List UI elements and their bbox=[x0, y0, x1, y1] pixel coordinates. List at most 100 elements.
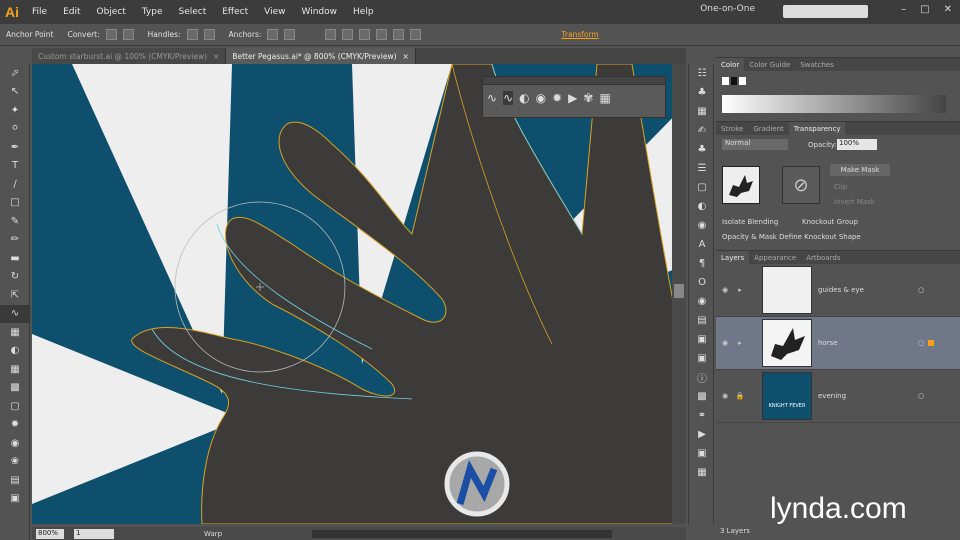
navigator-icon[interactable]: ◉ bbox=[689, 292, 715, 311]
scallop-icon[interactable]: ✹ bbox=[552, 91, 562, 105]
layers-icon[interactable]: ▩ bbox=[689, 387, 715, 406]
visibility-eye-icon[interactable]: ◉ bbox=[716, 392, 734, 400]
appearance-icon[interactable]: ◉ bbox=[689, 216, 715, 235]
align-bottom-icon[interactable] bbox=[410, 29, 422, 40]
menu-file[interactable]: File bbox=[24, 7, 55, 17]
menu-help[interactable]: Help bbox=[345, 7, 382, 17]
envelope-icon[interactable]: ▦ bbox=[599, 91, 610, 105]
target-circle-icon[interactable]: ○ bbox=[918, 339, 924, 347]
tab-gradient[interactable]: Gradient bbox=[748, 122, 788, 136]
tab-better-pegasus[interactable]: Better Pegasus.ai* @ 800% (CMYK/Preview)… bbox=[226, 48, 416, 64]
bloat-icon[interactable]: ◉ bbox=[536, 91, 546, 105]
actions-icon[interactable]: ▶ bbox=[689, 425, 715, 444]
expand-arrow-icon[interactable]: ▸ bbox=[734, 339, 746, 347]
tab-artboards[interactable]: Artboards bbox=[801, 251, 845, 265]
line-tool-icon[interactable]: ∕ bbox=[0, 175, 30, 194]
color-ramp[interactable] bbox=[722, 95, 946, 113]
opacity-mask-knockout-checkbox[interactable]: Opacity & Mask Define Knockout Shape bbox=[722, 233, 861, 241]
layer-name[interactable]: guides & eye bbox=[818, 286, 918, 294]
symbol-sprayer-icon[interactable]: ❀ bbox=[0, 453, 30, 472]
artboards-icon[interactable]: ▣ bbox=[689, 444, 715, 463]
fill-swatch[interactable] bbox=[722, 77, 729, 85]
artboard-number-field[interactable]: 1 bbox=[74, 528, 114, 539]
align-panel-icon[interactable]: ▤ bbox=[689, 311, 715, 330]
expand-arrow-icon[interactable]: ▸ bbox=[734, 286, 746, 294]
blend-tool-icon[interactable]: ◉ bbox=[0, 434, 30, 453]
convert-smooth-icon[interactable] bbox=[105, 29, 117, 40]
pathfinder-icon[interactable]: ▣ bbox=[689, 349, 715, 368]
anchor-remove-icon[interactable] bbox=[284, 29, 296, 40]
align-top-icon[interactable] bbox=[376, 29, 388, 40]
opentype-icon[interactable]: O bbox=[689, 273, 715, 292]
symbols-icon[interactable]: ♣ bbox=[689, 140, 715, 159]
tab-color-guide[interactable]: Color Guide bbox=[744, 58, 795, 72]
target-circle-icon[interactable]: ○ bbox=[918, 392, 924, 400]
menu-edit[interactable]: Edit bbox=[55, 7, 88, 17]
graphic-styles-icon[interactable]: ▦ bbox=[689, 102, 715, 121]
type-panel-icon[interactable]: A bbox=[689, 235, 715, 254]
align-center-icon[interactable] bbox=[342, 29, 354, 40]
paragraph-icon[interactable]: ¶ bbox=[689, 254, 715, 273]
target-circle-icon[interactable]: ○ bbox=[918, 286, 924, 294]
menu-select[interactable]: Select bbox=[170, 7, 214, 17]
twirl-icon[interactable]: ∿ bbox=[503, 91, 514, 105]
anchor-add-icon[interactable] bbox=[267, 29, 279, 40]
close-icon[interactable]: × bbox=[213, 52, 219, 61]
close-icon[interactable]: ✕ bbox=[944, 4, 952, 15]
menu-effect[interactable]: Effect bbox=[214, 7, 256, 17]
color-panel-icon[interactable]: ☷ bbox=[689, 64, 715, 83]
menu-object[interactable]: Object bbox=[89, 7, 134, 17]
knockout-group-checkbox[interactable]: Knockout Group bbox=[802, 218, 858, 226]
tab-transparency[interactable]: Transparency bbox=[788, 121, 846, 136]
tab-color[interactable]: Color bbox=[716, 57, 745, 72]
blend-mode-select[interactable]: Normal bbox=[722, 139, 788, 150]
visibility-eye-icon[interactable]: ◉ bbox=[716, 286, 734, 294]
minimize-icon[interactable]: – bbox=[901, 4, 906, 15]
search-input[interactable] bbox=[783, 5, 868, 18]
zoom-field[interactable]: 800% bbox=[36, 528, 64, 539]
align-middle-icon[interactable] bbox=[393, 29, 405, 40]
magic-wand-icon[interactable]: ✦ bbox=[0, 101, 30, 120]
rotate-tool-icon[interactable]: ↻ bbox=[0, 268, 30, 287]
isolate-blending-checkbox[interactable]: Isolate Blending bbox=[722, 218, 778, 226]
wrinkle-icon[interactable]: ✾ bbox=[583, 91, 593, 105]
rectangle-tool-icon[interactable]: □ bbox=[0, 194, 30, 213]
graph-tool-icon[interactable]: ▤ bbox=[0, 471, 30, 490]
layer-row[interactable]: ◉ ▸ guides & eye ○ bbox=[716, 264, 960, 317]
perspective-grid-icon[interactable]: ▦ bbox=[0, 360, 30, 379]
no-mask-icon[interactable]: ⊘ bbox=[782, 166, 820, 204]
selection-indicator[interactable] bbox=[928, 340, 935, 346]
layer-name[interactable]: evening bbox=[818, 392, 918, 400]
layer-name[interactable]: horse bbox=[818, 339, 918, 347]
menu-window[interactable]: Window bbox=[294, 7, 346, 17]
fill-stroke-swatches[interactable] bbox=[722, 77, 747, 87]
clip-checkbox[interactable]: Clip bbox=[834, 183, 847, 191]
tab-custom-starburst[interactable]: Custom starburst.ai @ 100% (CMYK/Preview… bbox=[32, 48, 227, 64]
lock-icon[interactable]: 🔒 bbox=[734, 392, 746, 400]
handles-show-icon[interactable] bbox=[186, 29, 198, 40]
visibility-eye-icon[interactable]: ◉ bbox=[716, 339, 734, 347]
align-right-icon[interactable] bbox=[359, 29, 371, 40]
paintbrush-icon[interactable]: ✎ bbox=[0, 212, 30, 231]
transform-link[interactable]: Transform bbox=[561, 30, 598, 39]
scale-tool-icon[interactable]: ⇱ bbox=[0, 286, 30, 305]
workspace-switcher[interactable]: One-on-One bbox=[700, 4, 755, 14]
scroll-thumb[interactable] bbox=[674, 284, 684, 298]
artboard-tool-icon[interactable]: ▣ bbox=[0, 490, 30, 509]
layer-row[interactable]: ◉ 🔒 KNIGHT FEVER evening ○ bbox=[716, 370, 960, 423]
pucker-icon[interactable]: ◐ bbox=[519, 91, 529, 105]
make-mask-button[interactable]: Make Mask bbox=[830, 164, 890, 176]
horizontal-scrollbar[interactable] bbox=[312, 529, 613, 538]
tab-layers[interactable]: Layers bbox=[716, 250, 750, 265]
gradient-icon[interactable]: ▢ bbox=[689, 178, 715, 197]
close-icon[interactable]: × bbox=[403, 52, 409, 61]
direct-selection-tool-icon[interactable]: ↖ bbox=[0, 83, 30, 102]
convert-corner-icon[interactable] bbox=[122, 29, 134, 40]
opacity-field[interactable]: 100% bbox=[837, 139, 877, 150]
stroke-swatch[interactable] bbox=[730, 77, 738, 85]
layer-row[interactable]: ◉ ▸ horse ○ bbox=[716, 317, 960, 370]
gradient-tool-icon[interactable]: ▢ bbox=[0, 397, 30, 416]
club-icon[interactable]: ♣ bbox=[689, 83, 715, 102]
brushes-icon[interactable]: ✍ bbox=[689, 121, 715, 140]
vertical-scrollbar[interactable] bbox=[672, 64, 686, 524]
